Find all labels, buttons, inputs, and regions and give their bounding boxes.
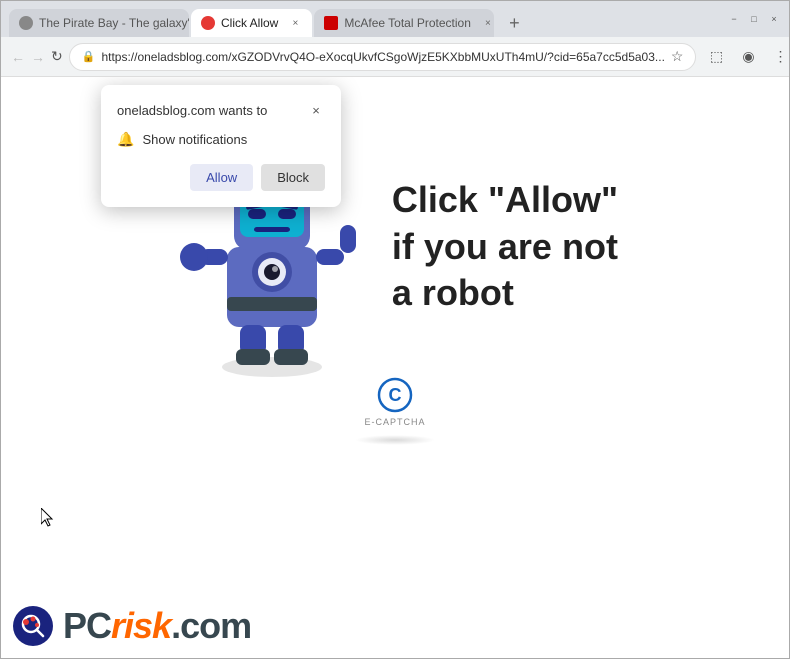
click-allow-line2: if you are not xyxy=(392,224,618,271)
block-button[interactable]: Block xyxy=(261,164,325,191)
pcrisk-footer: PC risk .com xyxy=(11,604,251,648)
nav-right-icons: ⬚ ◉ ⋮ xyxy=(702,43,790,71)
show-notifications-text: Show notifications xyxy=(142,132,247,147)
reload-button[interactable]: ↻ xyxy=(51,43,63,71)
tab-mcafee[interactable]: McAfee Total Protection × xyxy=(314,9,494,37)
address-bar[interactable]: 🔒 https://oneladsblog.com/xGZODVrvQ4O-eX… xyxy=(69,43,697,71)
popup-close-button[interactable]: × xyxy=(307,101,325,119)
click-allow-line3: a robot xyxy=(392,270,618,317)
risk-text: risk xyxy=(111,605,171,647)
bell-icon: 🔔 xyxy=(117,131,134,148)
window-controls: − □ × xyxy=(727,12,781,26)
new-tab-button[interactable]: + xyxy=(500,9,528,37)
pcrisk-search-icon xyxy=(11,604,55,648)
tab-click-allow-close[interactable]: × xyxy=(288,16,302,30)
captcha-label-text: E-CAPTCHA xyxy=(364,417,425,427)
forward-button[interactable]: → xyxy=(31,43,45,71)
back-button[interactable]: ← xyxy=(11,43,25,71)
close-button[interactable]: × xyxy=(767,12,781,26)
mcafee-favicon xyxy=(324,16,338,30)
maximize-button[interactable]: □ xyxy=(747,12,761,26)
lock-icon: 🔒 xyxy=(82,50,96,63)
title-bar: The Pirate Bay - The galaxy's m... × Cli… xyxy=(1,1,789,37)
browser-window: The Pirate Bay - The galaxy's m... × Cli… xyxy=(0,0,790,659)
pcrisk-logo-text: PC risk .com xyxy=(63,605,251,647)
click-allow-line1: Click "Allow" xyxy=(392,177,618,224)
captcha-logo-icon: C xyxy=(377,377,413,413)
extension-button[interactable]: ⬚ xyxy=(702,43,730,71)
popup-header: oneladsblog.com wants to × xyxy=(117,101,325,119)
tab-click-allow[interactable]: Click Allow × xyxy=(191,9,312,37)
notification-popup: oneladsblog.com wants to × 🔔 Show notifi… xyxy=(101,85,341,207)
bookmark-star-icon[interactable]: ☆ xyxy=(671,48,684,65)
dotcom-text: .com xyxy=(171,605,251,647)
nav-bar: ← → ↻ 🔒 https://oneladsblog.com/xGZODVrv… xyxy=(1,37,789,77)
allow-button[interactable]: Allow xyxy=(190,164,253,191)
popup-buttons: Allow Block xyxy=(117,164,325,191)
tab-pirate-label: The Pirate Bay - The galaxy's m... xyxy=(39,16,189,30)
popup-notification-row: 🔔 Show notifications xyxy=(117,131,325,148)
tab-mcafee-label: McAfee Total Protection xyxy=(344,16,471,30)
page-content: oneladsblog.com wants to × 🔔 Show notifi… xyxy=(1,77,789,658)
menu-button[interactable]: ⋮ xyxy=(766,43,790,71)
minimize-button[interactable]: − xyxy=(727,12,741,26)
clickallow-favicon xyxy=(201,16,215,30)
captcha-area: C E-CAPTCHA xyxy=(355,377,435,445)
pirate-favicon xyxy=(19,16,33,30)
captcha-shadow xyxy=(355,435,435,445)
popup-title: oneladsblog.com wants to xyxy=(117,103,267,118)
tab-pirate-bay[interactable]: The Pirate Bay - The galaxy's m... × xyxy=(9,9,189,37)
svg-text:C: C xyxy=(389,385,402,405)
tab-mcafee-close[interactable]: × xyxy=(481,16,494,30)
tab-strip: The Pirate Bay - The galaxy's m... × Cli… xyxy=(9,1,719,37)
click-allow-text: Click "Allow" if you are not a robot xyxy=(392,177,618,317)
pc-text: PC xyxy=(63,605,111,647)
profile-button[interactable]: ◉ xyxy=(734,43,762,71)
tab-click-allow-label: Click Allow xyxy=(221,16,278,30)
url-text: https://oneladsblog.com/xGZODVrvQ4O-eXoc… xyxy=(101,50,664,64)
